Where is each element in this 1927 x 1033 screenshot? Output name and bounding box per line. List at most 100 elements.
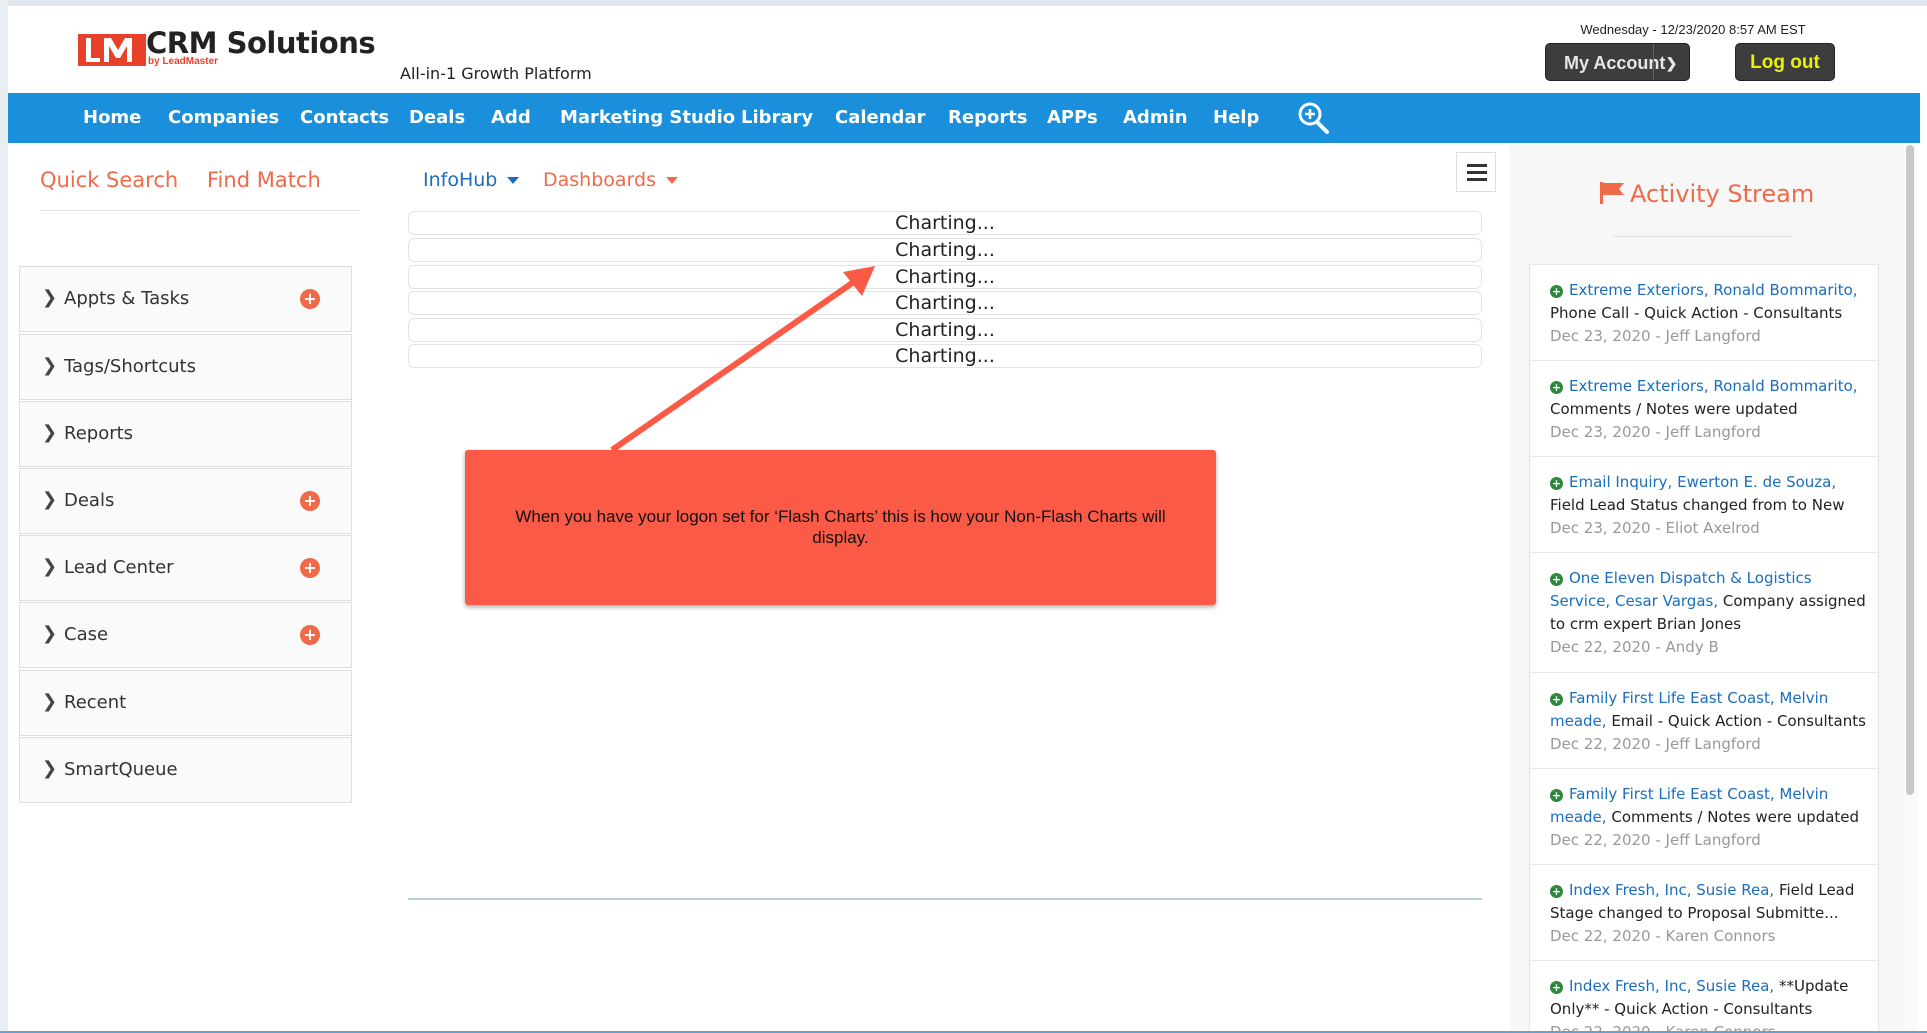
flag-icon [1600,182,1624,204]
infohub-dropdown[interactable]: InfoHub [423,169,520,191]
header: CRM Solutions by LeadMaster All-in-1 Gro… [8,6,1920,93]
chevron-right-icon: ❯ [42,758,58,779]
nav-contacts[interactable]: Contacts [300,93,389,143]
sidebar-item-recent[interactable]: ❯ Recent [19,670,352,736]
sidebar-item-label: Tags/Shortcuts [64,356,196,377]
activity-link[interactable]: Extreme Exteriors, Ronald Bommarito, [1569,377,1858,395]
activity-meta: Dec 22, 2020 - Karen Connors [1550,927,1776,945]
activity-meta: Dec 23, 2020 - Eliot Axelrod [1550,519,1760,537]
activity-item[interactable]: + Extreme Exteriors, Ronald Bommarito, Co… [1529,360,1879,456]
divider [40,210,360,211]
activity-link[interactable]: Email Inquiry, Ewerton E. de Souza, [1569,473,1836,491]
activity-item[interactable]: + Family First Life East Coast, Melvin me… [1529,768,1879,864]
chart-placeholder: Charting... [408,318,1482,342]
nav-calendar[interactable]: Calendar [835,93,925,143]
chevron-down-icon[interactable]: ❯ [1653,44,1689,80]
brand-sub: by LeadMaster [148,56,219,67]
activity-stream-label: Activity Stream [1630,180,1815,208]
activity-link[interactable]: Index Fresh, Inc, Susie Rea, [1569,881,1774,899]
plus-circle-icon[interactable]: + [1550,693,1563,706]
brand-name: CRM Solutions [146,26,376,60]
activity-item[interactable]: + Index Fresh, Inc, Susie Rea, Field Lead… [1529,864,1879,960]
find-match-link[interactable]: Find Match [207,168,321,192]
sidebar-item-smartqueue[interactable]: ❯ SmartQueue [19,737,352,803]
sidebar-item-label: Case [64,624,109,645]
chevron-right-icon: ❯ [42,355,58,376]
main-nav: Home Companies Contacts Deals Add Market… [8,93,1920,143]
nav-marketing-studio[interactable]: Marketing Studio [560,93,735,143]
plus-circle-icon[interactable]: + [1550,789,1563,802]
current-datetime: Wednesday - 12/23/2020 8:57 AM EST [1580,22,1806,37]
activity-text: Email - Quick Action - Consultants [1611,712,1866,730]
sidebar-item-label: Lead Center [64,557,174,578]
add-icon[interactable]: + [300,491,320,511]
activity-item[interactable]: + Extreme Exteriors, Ronald Bommarito, Ph… [1529,264,1879,360]
nav-companies[interactable]: Companies [168,93,279,143]
plus-circle-icon[interactable]: + [1550,477,1563,490]
chart-placeholder: Charting... [408,291,1482,315]
nav-help[interactable]: Help [1213,93,1259,143]
chart-placeholder: Charting... [408,211,1482,235]
chevron-right-icon: ❯ [42,287,58,308]
activity-text: Phone Call - Quick Action - Consultants [1550,304,1843,322]
chart-placeholder: Charting... [408,265,1482,289]
plus-circle-icon[interactable]: + [1550,981,1563,994]
annotation-callout: When you have your logon set for ‘Flash … [465,450,1216,605]
activity-link[interactable]: Extreme Exteriors, Ronald Bommarito, [1569,281,1858,299]
sidebar-item-label: Deals [64,490,115,511]
chevron-right-icon: ❯ [42,489,58,510]
sidebar-item-deals[interactable]: ❯ Deals + [19,468,352,534]
sidebar-item-lead-center[interactable]: ❯ Lead Center + [19,535,352,601]
sidebar-item-tags-shortcuts[interactable]: ❯ Tags/Shortcuts [19,334,352,400]
scrollbar-thumb[interactable] [1906,145,1914,795]
activity-stream-title: Activity Stream [1600,180,1814,208]
sidebar-item-label: SmartQueue [64,759,178,780]
sidebar-item-appts-tasks[interactable]: ❯ Appts & Tasks + [19,266,352,332]
logout-button[interactable]: Log out [1735,43,1835,81]
dashboards-dropdown[interactable]: Dashboards [543,169,678,191]
add-icon[interactable]: + [300,625,320,645]
chevron-right-icon: ❯ [42,623,58,644]
nav-reports[interactable]: Reports [948,93,1028,143]
nav-admin[interactable]: Admin [1123,93,1188,143]
my-account-button[interactable]: My Account ❯ [1545,43,1690,81]
divider [1613,236,1793,237]
add-icon[interactable]: + [300,558,320,578]
quick-search-link[interactable]: Quick Search [40,168,178,192]
caret-down-icon [665,177,678,184]
sidebar-item-label: Recent [64,692,127,713]
window-left-border [0,0,8,1033]
plus-circle-icon[interactable]: + [1550,285,1563,298]
leadmaster-logo-icon[interactable] [78,28,146,66]
activity-item[interactable]: + Email Inquiry, Ewerton E. de Souza, Fie… [1529,456,1879,552]
hamburger-menu-icon[interactable] [1456,152,1496,192]
activity-item[interactable]: + Index Fresh, Inc, Susie Rea, **Update O… [1529,960,1879,1031]
nav-home[interactable]: Home [83,93,141,143]
activity-link[interactable]: Index Fresh, Inc, Susie Rea, [1569,977,1774,995]
plus-circle-icon[interactable]: + [1550,381,1563,394]
sidebar-item-case[interactable]: ❯ Case + [19,602,352,668]
activity-meta: Dec 23, 2020 - Jeff Langford [1550,327,1761,345]
tagline: All-in-1 Growth Platform [400,64,592,83]
activity-text: Field Lead Status changed from to New [1550,496,1845,514]
search-icon[interactable] [1296,101,1330,135]
activity-meta: Dec 22, 2020 - Andy B [1550,638,1719,656]
caret-down-icon [507,177,520,184]
nav-apps[interactable]: APPs [1047,93,1098,143]
activity-meta: Dec 22, 2020 - Jeff Langford [1550,735,1761,753]
my-account-label: My Account [1564,53,1666,73]
dashboards-label: Dashboards [543,169,656,191]
nav-add[interactable]: Add [491,93,531,143]
sidebar-item-reports[interactable]: ❯ Reports [19,401,352,467]
infohub-label: InfoHub [423,169,498,191]
activity-text: Comments / Notes were updated [1611,808,1860,826]
activity-meta: Dec 22, 2020 - Jeff Langford [1550,831,1761,849]
add-icon[interactable]: + [300,289,320,309]
plus-circle-icon[interactable]: + [1550,573,1563,586]
activity-item[interactable]: + One Eleven Dispatch & Logistics Service… [1529,552,1879,672]
nav-deals[interactable]: Deals [409,93,465,143]
nav-library[interactable]: Library [741,93,813,143]
activity-item[interactable]: + Family First Life East Coast, Melvin me… [1529,672,1879,768]
scrollbar[interactable] [1903,145,1917,1031]
plus-circle-icon[interactable]: + [1550,885,1563,898]
